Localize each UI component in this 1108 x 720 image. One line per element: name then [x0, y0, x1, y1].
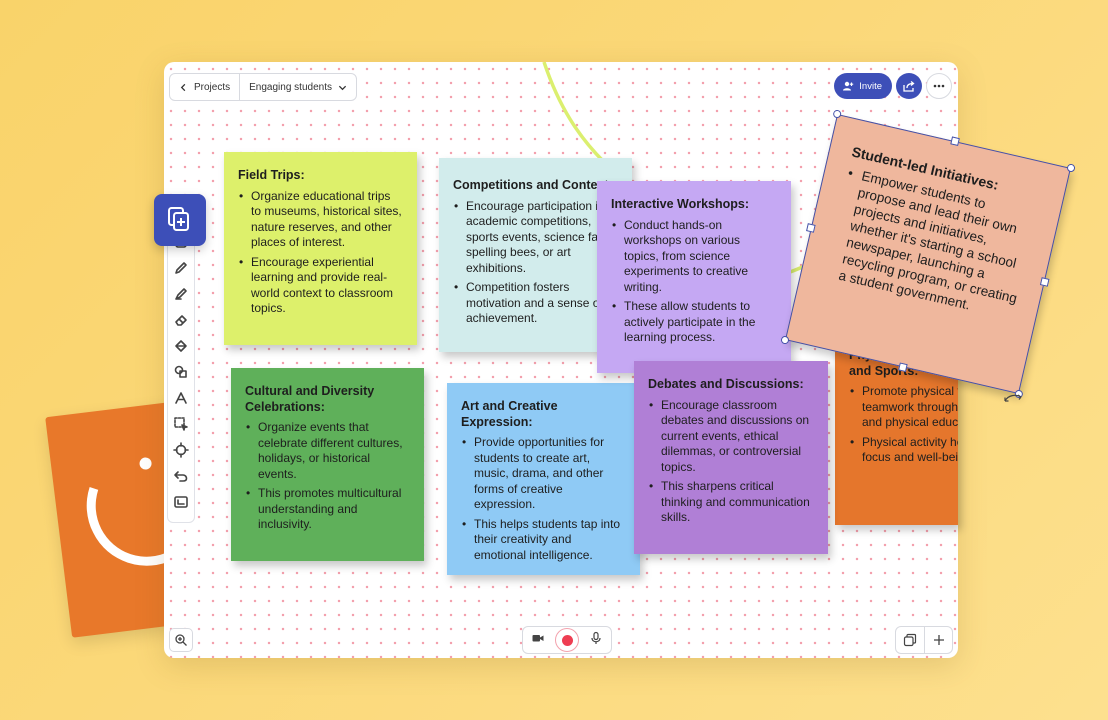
note-bullet: Physical activity helps improve focus an…	[849, 435, 958, 466]
note-bullet: These allow students to actively partici…	[611, 299, 777, 346]
sticky-note-cultural-celebrations[interactable]: Cultural and Diversity Celebrations: Org…	[231, 368, 424, 561]
media-controls	[522, 626, 612, 654]
note-bullet: Organize events that celebrate different…	[245, 420, 410, 482]
sticky-note-debates-discussions[interactable]: Debates and Discussions: Encourage class…	[634, 361, 828, 554]
add-page-button[interactable]	[924, 627, 952, 653]
resize-handle-top[interactable]	[950, 136, 960, 146]
select-area-icon[interactable]	[171, 414, 191, 434]
record-button[interactable]	[555, 628, 579, 652]
more-horizontal-icon	[933, 84, 945, 88]
note-title: Interactive Workshops:	[611, 197, 750, 211]
invite-button[interactable]: Invite	[834, 73, 892, 99]
shapes-icon[interactable]	[171, 362, 191, 382]
laser-pointer-icon[interactable]	[171, 440, 191, 460]
note-bullet: This sharpens critical thinking and comm…	[648, 479, 814, 526]
copy-plus-icon	[168, 207, 189, 231]
undo-icon[interactable]	[171, 466, 191, 486]
text-icon[interactable]	[171, 388, 191, 408]
sticky-note-field-trips[interactable]: Field Trips: Organize educational trips …	[224, 152, 417, 345]
share-icon	[903, 80, 915, 92]
pages-button[interactable]	[896, 627, 924, 653]
note-bullet: Provide opportunities for students to cr…	[461, 435, 626, 513]
add-user-icon	[843, 81, 854, 91]
rotate-icon[interactable]	[1002, 390, 1024, 406]
resize-handle-left[interactable]	[806, 223, 816, 233]
record-icon	[561, 634, 573, 646]
sticky-note-art-creative-expression[interactable]: Art and Creative Expression: Provide opp…	[447, 383, 640, 575]
more-options-button[interactable]	[926, 73, 952, 99]
resize-handle-top-right[interactable]	[1066, 163, 1076, 173]
microphone-icon[interactable]	[589, 631, 603, 650]
add-board-button[interactable]	[154, 194, 206, 246]
breadcrumb-projects-label: Projects	[194, 81, 231, 93]
chevron-left-icon	[180, 83, 186, 91]
note-bullet: This promotes multicultural understandin…	[245, 486, 410, 533]
note-bullet: Conduct hands-on workshops on various to…	[611, 218, 777, 296]
chevron-down-icon	[338, 85, 347, 90]
resize-handle-right[interactable]	[1039, 277, 1050, 287]
zoom-in-icon	[175, 634, 187, 646]
note-title: Competitions and Contests:	[453, 178, 620, 192]
share-button[interactable]	[896, 73, 922, 99]
page-controls	[895, 626, 953, 654]
breadcrumb: Projects Engaging students	[169, 73, 357, 101]
invite-label: Invite	[859, 80, 882, 92]
plus-icon	[933, 635, 944, 645]
note-bullet: Promote physical fitness and teamwork th…	[849, 384, 958, 431]
note-bullet: This helps students tap into their creat…	[461, 517, 626, 564]
note-title: Art and Creative Expression:	[461, 399, 558, 429]
video-camera-icon[interactable]	[531, 631, 545, 650]
board-name-dropdown[interactable]: Engaging students	[239, 74, 356, 100]
top-right-actions: Invite	[834, 73, 952, 99]
drawing-toolbar	[167, 225, 195, 523]
note-bullet: Organize educational trips to museums, h…	[238, 189, 403, 251]
note-title: Cultural and Diversity Celebrations:	[245, 384, 375, 414]
note-bullet: Competition fosters motivation and a sen…	[453, 280, 618, 327]
note-title: Field Trips:	[238, 168, 305, 182]
back-to-projects-button[interactable]: Projects	[170, 74, 239, 100]
note-bullet: Encourage classroom debates and discussi…	[648, 398, 814, 476]
board-name-label: Engaging students	[249, 81, 332, 93]
frame-icon[interactable]	[171, 492, 191, 512]
note-bullet: Encourage participation in academic comp…	[453, 199, 618, 277]
marker-icon[interactable]	[171, 284, 191, 304]
pencil-icon[interactable]	[171, 258, 191, 278]
fill-bucket-icon[interactable]	[171, 336, 191, 356]
sticky-note-interactive-workshops[interactable]: Interactive Workshops: Conduct hands-on …	[597, 181, 791, 373]
note-title: Debates and Discussions:	[648, 377, 804, 391]
zoom-button[interactable]	[169, 628, 193, 652]
pages-icon	[903, 633, 917, 647]
eraser-icon[interactable]	[171, 310, 191, 330]
note-bullet: Encourage experiential learning and prov…	[238, 255, 403, 317]
